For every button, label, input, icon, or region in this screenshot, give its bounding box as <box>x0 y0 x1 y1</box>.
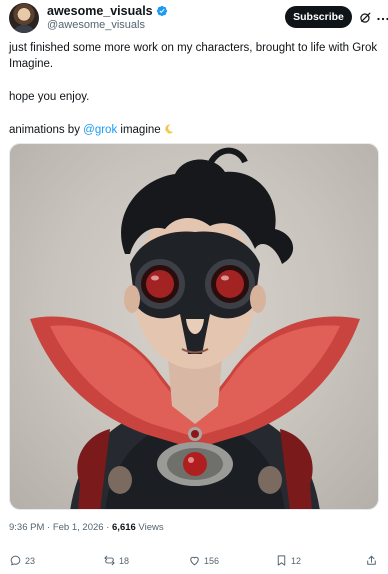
tweet-meta: 9:36 PM · Feb 1, 2026 · 6,616 Views <box>9 522 164 533</box>
repost-count: 18 <box>119 555 130 566</box>
bookmark-icon <box>277 555 286 566</box>
tweet-text-line-2: hope you enjoy. <box>9 91 90 103</box>
reply-button[interactable]: 23 <box>9 554 35 567</box>
share-icon <box>367 555 376 565</box>
tweet-text: just finished some more work on my chara… <box>9 40 381 138</box>
bookmark-count: 12 <box>291 555 302 566</box>
share-button[interactable] <box>365 554 378 567</box>
tweet-text-line-3: animations by @grok imagine <box>9 122 381 138</box>
avatar[interactable] <box>9 3 39 33</box>
repost-icon <box>104 555 115 566</box>
bookmark-button[interactable]: 12 <box>275 554 301 567</box>
crescent-moon-emoji-icon <box>164 124 174 134</box>
grok-mention-link[interactable]: @grok <box>83 124 117 136</box>
tweet-text-line-3-prefix: animations by <box>9 124 84 136</box>
repost-button[interactable]: 18 <box>103 554 129 567</box>
tweet-header: awesome_visuals @awesome_visuals Subscri… <box>9 3 388 35</box>
verified-badge-icon <box>156 5 167 17</box>
tweet-text-line-1: just finished some more work on my chara… <box>9 42 378 70</box>
post-date[interactable]: Feb 1, 2026 <box>53 522 104 533</box>
character-illustration <box>30 147 360 509</box>
post-time[interactable]: 9:36 PM <box>9 522 44 533</box>
tweet-card: awesome_visuals @awesome_visuals Subscri… <box>0 0 388 574</box>
action-bar: 23 18 156 12 <box>0 554 388 572</box>
reply-count: 23 <box>25 555 36 566</box>
meta-separator-2: · <box>103 522 113 533</box>
reply-icon <box>10 555 21 566</box>
views-count: 6,616 <box>112 522 136 533</box>
author-handle[interactable]: @awesome_visuals <box>47 19 168 31</box>
tweet-text-line-3-suffix: imagine <box>117 124 161 136</box>
grok-icon[interactable] <box>359 11 372 24</box>
like-button[interactable]: 156 <box>188 554 219 567</box>
display-name[interactable]: awesome_visuals <box>47 4 153 18</box>
display-name-row: awesome_visuals <box>47 4 168 18</box>
views-label: Views <box>135 522 164 533</box>
tweet-media-image[interactable] <box>9 143 379 510</box>
like-count: 156 <box>204 555 220 566</box>
subscribe-button[interactable]: Subscribe <box>285 6 352 28</box>
author-block[interactable]: awesome_visuals @awesome_visuals <box>47 4 168 31</box>
more-options-icon[interactable] <box>377 17 388 21</box>
heart-icon <box>190 556 199 566</box>
meta-separator: · <box>44 522 53 533</box>
